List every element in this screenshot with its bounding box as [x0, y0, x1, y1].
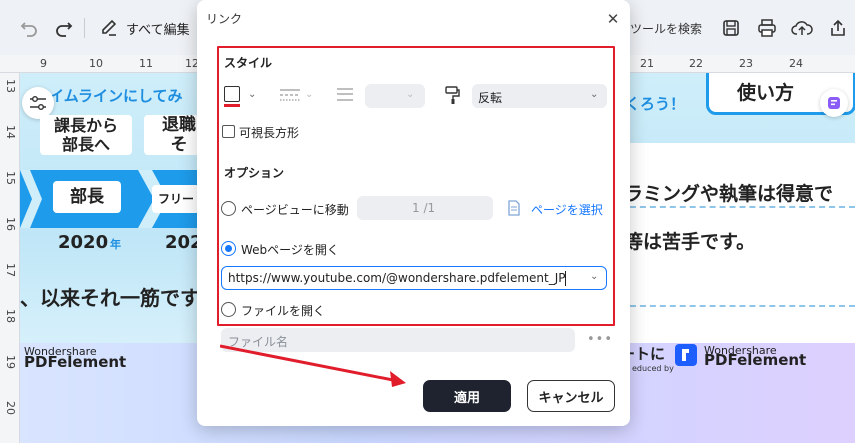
document-icon	[507, 200, 521, 216]
timeline-heading: タイムラインにしてみ	[34, 87, 183, 105]
style-section-heading: スタイル	[224, 56, 273, 70]
right-subtitle: くろう！	[625, 95, 686, 113]
ruler-number: 18	[4, 309, 17, 323]
line-style-icon[interactable]	[279, 88, 301, 102]
border-color-swatch	[224, 104, 240, 107]
ruler-number: 9	[40, 57, 47, 70]
tool-search-label[interactable]: ツールを検索	[630, 20, 702, 37]
url-input[interactable]: https://www.youtube.com/@wondershare.pdf…	[221, 266, 607, 290]
brand-name: PDFelement	[704, 351, 807, 369]
save-icon[interactable]	[718, 15, 744, 41]
highlight-mode-value: 反転	[478, 91, 503, 105]
chevron-down-icon[interactable]: ⌄	[305, 89, 313, 100]
edit-all-icon[interactable]	[96, 15, 122, 41]
ruler-number: 22	[689, 57, 703, 70]
ruler-number: 21	[640, 57, 654, 70]
right-body-line: ラミングや執筆は得意で	[624, 183, 834, 205]
share-icon[interactable]	[825, 15, 851, 41]
redo-icon[interactable]	[51, 15, 77, 41]
page-number-field[interactable]: 1 /1	[357, 196, 493, 220]
year-suffix: 年	[110, 238, 121, 251]
apply-button[interactable]: 適用	[423, 380, 511, 412]
highlight-mode-select[interactable]: 反転 ⌄	[472, 84, 607, 108]
dashed-divider	[620, 305, 855, 307]
chevron-down-icon[interactable]: ⌄	[406, 89, 414, 100]
annotation-arrow	[220, 344, 406, 387]
timeline-box-retire: 退職そ	[144, 115, 204, 155]
line-width-icon[interactable]	[336, 87, 354, 103]
cloud-upload-icon[interactable]	[789, 15, 815, 41]
visible-rect-label: 可視長方形	[239, 126, 300, 140]
chevron-down-icon[interactable]: ⌄	[590, 271, 598, 282]
ruler-number: 14	[4, 125, 17, 139]
timeline-box-freelance: フリー	[152, 185, 200, 213]
assistant-icon[interactable]	[820, 89, 848, 117]
year-label: 2020	[58, 232, 109, 253]
ruler-number: 10	[89, 57, 103, 70]
ruler-left: 13 14 15 16 17 18 19 20	[0, 73, 20, 443]
options-section-heading: オプション	[224, 166, 285, 180]
undo-icon[interactable]	[16, 15, 42, 41]
timeline-box-promotion: 課長から 部長へ	[40, 115, 132, 155]
page-view-label: ページビューに移動	[241, 203, 349, 217]
brand-name: PDFelement	[24, 353, 127, 371]
ruler-number: 16	[4, 217, 17, 231]
timeline-box-manager: 部長	[53, 181, 121, 213]
line-width-field[interactable]	[365, 84, 425, 108]
chevron-down-icon[interactable]: ⌄	[248, 89, 256, 100]
chevron-down-icon: ⌄	[590, 89, 599, 100]
ruler-number: 24	[789, 57, 803, 70]
ruler-number: 15	[4, 171, 17, 185]
more-options-icon[interactable]: •••	[587, 332, 613, 347]
ruler-number: 19	[4, 355, 17, 369]
page-view-radio[interactable]	[221, 201, 236, 216]
web-page-label: Webページを開く	[241, 243, 339, 257]
ruler-number: 20	[4, 401, 17, 415]
close-icon[interactable]: ✕	[606, 12, 620, 27]
ruler-number: 11	[139, 57, 153, 70]
visible-rect-checkbox[interactable]	[222, 125, 235, 138]
brand-tiny-text: educed by	[632, 364, 674, 373]
right-body-line: 等は苦手です。	[624, 231, 756, 253]
dashed-divider	[620, 206, 855, 208]
ruler-number: 13	[4, 79, 17, 93]
print-icon[interactable]	[754, 15, 780, 41]
select-page-link[interactable]: ページを選択	[531, 201, 603, 218]
cancel-button[interactable]: キャンセル	[527, 380, 615, 412]
url-input-value: https://www.youtube.com/@wondershare.pdf…	[228, 271, 566, 285]
toolbar-divider	[84, 18, 85, 38]
body-text-line: 、以来それ一筋です	[20, 286, 200, 310]
page-number-value: 1 /1	[412, 201, 436, 215]
ruler-number: 23	[739, 57, 753, 70]
ruler-number: 17	[4, 263, 17, 277]
open-file-radio[interactable]	[221, 302, 236, 317]
text-cursor	[565, 271, 566, 286]
paint-roller-icon[interactable]	[444, 85, 462, 105]
border-color-icon[interactable]	[224, 86, 240, 102]
web-page-radio[interactable]	[221, 241, 236, 256]
edit-all-label[interactable]: すべて編集	[126, 19, 190, 38]
link-dialog: リンク ✕ スタイル ⌄ ⌄ ⌄ 反転 ⌄ 可視長方形 オプション ページビュー…	[197, 0, 630, 426]
dialog-title: リンク	[206, 12, 243, 26]
open-file-label: ファイルを開く	[241, 304, 326, 318]
pdfelement-logo-icon	[675, 344, 697, 366]
